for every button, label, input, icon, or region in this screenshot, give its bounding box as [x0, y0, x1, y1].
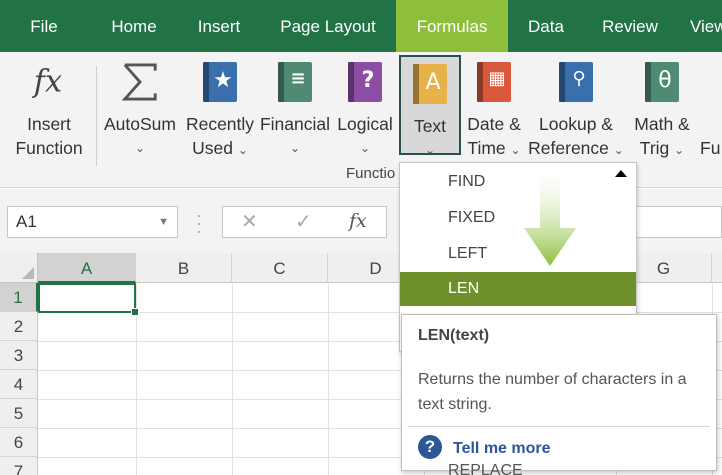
recently-used-label-1: Recently: [185, 114, 255, 134]
row-header[interactable]: 3: [0, 341, 38, 370]
name-box[interactable]: A1 ▼: [7, 206, 178, 238]
tab-file[interactable]: File: [0, 0, 88, 52]
function-library-group-label: Functio: [346, 165, 396, 182]
chevron-down-icon: ⌄: [674, 143, 685, 157]
date-time-label-2: Time: [467, 138, 506, 158]
lookup-label-2: Reference: [528, 138, 609, 158]
math-label-2: Trig: [639, 138, 670, 158]
text-button[interactable]: A Text ⌄: [399, 55, 461, 157]
column-header[interactable]: [712, 253, 722, 283]
gridline: [232, 283, 233, 475]
star-book-icon: ★: [201, 60, 239, 104]
chevron-down-icon: ⌄: [424, 143, 436, 157]
row-header[interactable]: 7: [0, 457, 38, 475]
dropdown-item-fixed[interactable]: FIXED: [400, 201, 636, 235]
financial-button[interactable]: ≡ Financial ⌄: [258, 52, 332, 182]
column-header[interactable]: C: [232, 253, 328, 283]
chevron-down-icon: ⌄: [359, 141, 371, 155]
tell-me-more-link[interactable]: Tell me more: [453, 440, 551, 458]
enter-icon[interactable]: ✓: [295, 209, 312, 234]
chevron-down-icon: ⌄: [613, 143, 624, 157]
ribbon-tab-bar: File Home Insert Page Layout Formulas Da…: [0, 0, 722, 52]
sigma-icon: [121, 63, 157, 101]
autosum-button[interactable]: AutoSum ⌄: [100, 52, 180, 182]
tab-review[interactable]: Review: [586, 0, 674, 52]
tab-view[interactable]: View: [690, 0, 722, 52]
more-functions-label: Fu: [700, 138, 721, 158]
row-header[interactable]: 1: [0, 283, 38, 312]
column-header[interactable]: A: [38, 253, 136, 283]
tab-insert[interactable]: Insert: [180, 0, 258, 52]
tab-page-layout[interactable]: Page Layout: [266, 0, 390, 52]
chevron-down-icon: ⌄: [237, 143, 248, 157]
coins-book-icon: ≡: [276, 60, 314, 104]
tooltip-title: LEN(text): [418, 327, 490, 344]
function-tooltip: LEN(text) Returns the number of characte…: [401, 314, 717, 471]
magnifier-book-icon: ⚲: [557, 60, 595, 104]
insert-function-label-1: Insert: [27, 114, 71, 134]
name-box-value: A1: [16, 212, 37, 231]
question-book-icon: ?: [346, 60, 384, 104]
svg-text:fx: fx: [32, 65, 62, 100]
resize-handle-icon[interactable]: · · ·: [196, 206, 202, 240]
annotation-arrow-icon: [524, 170, 576, 266]
date-time-label-1: Date &: [467, 114, 521, 134]
chevron-down-icon: ⌄: [289, 141, 301, 155]
recently-used-label-2: Used: [192, 138, 233, 158]
tab-formulas[interactable]: Formulas: [396, 0, 508, 52]
insert-function-label-2: Function: [15, 138, 83, 158]
math-label-1: Math &: [634, 114, 690, 134]
theta-book-icon: θ: [643, 60, 681, 104]
fx-icon: fx: [32, 65, 62, 100]
financial-label: Financial: [259, 114, 331, 134]
letter-a-book-icon: A: [411, 62, 449, 106]
ribbon-separator: [96, 66, 97, 166]
help-icon[interactable]: ?: [418, 435, 442, 459]
row-header[interactable]: 5: [0, 399, 38, 428]
chevron-down-icon: ⌄: [510, 143, 521, 157]
cancel-icon[interactable]: ✕: [241, 209, 258, 234]
recently-used-button[interactable]: ★ Recently Used ⌄: [184, 52, 256, 182]
logical-label: Logical: [337, 114, 393, 134]
tab-data[interactable]: Data: [515, 0, 577, 52]
tooltip-divider: [408, 426, 710, 427]
dropdown-item-replace[interactable]: REPLACE: [448, 462, 523, 475]
logical-button[interactable]: ? Logical ⌄: [334, 52, 396, 182]
text-label: Text: [413, 116, 447, 136]
insert-function-button[interactable]: fx Insert Function: [6, 52, 92, 182]
insert-function-fx-icon[interactable]: fx: [349, 210, 367, 232]
row-header[interactable]: 2: [0, 312, 38, 341]
row-header[interactable]: 6: [0, 428, 38, 457]
active-cell-a1[interactable]: [38, 283, 139, 316]
dropdown-item-left[interactable]: LEFT: [400, 237, 636, 271]
more-functions-button[interactable]: Fu: [700, 52, 722, 182]
tab-home[interactable]: Home: [96, 0, 172, 52]
autosum-label: AutoSum: [104, 114, 176, 134]
dropdown-item-find[interactable]: FIND: [400, 165, 636, 199]
calendar-book-icon: ▦: [475, 60, 513, 104]
gridline: [328, 283, 329, 475]
select-all-corner[interactable]: [0, 253, 38, 283]
lookup-label-1: Lookup &: [539, 114, 613, 134]
column-header[interactable]: B: [136, 253, 232, 283]
chevron-down-icon: ⌄: [134, 141, 146, 155]
tooltip-description: Returns the number of characters in a te…: [418, 371, 687, 413]
row-header[interactable]: 4: [0, 370, 38, 399]
dropdown-item-len[interactable]: LEN: [400, 272, 636, 306]
dropdown-arrow-icon[interactable]: ▼: [158, 207, 169, 237]
